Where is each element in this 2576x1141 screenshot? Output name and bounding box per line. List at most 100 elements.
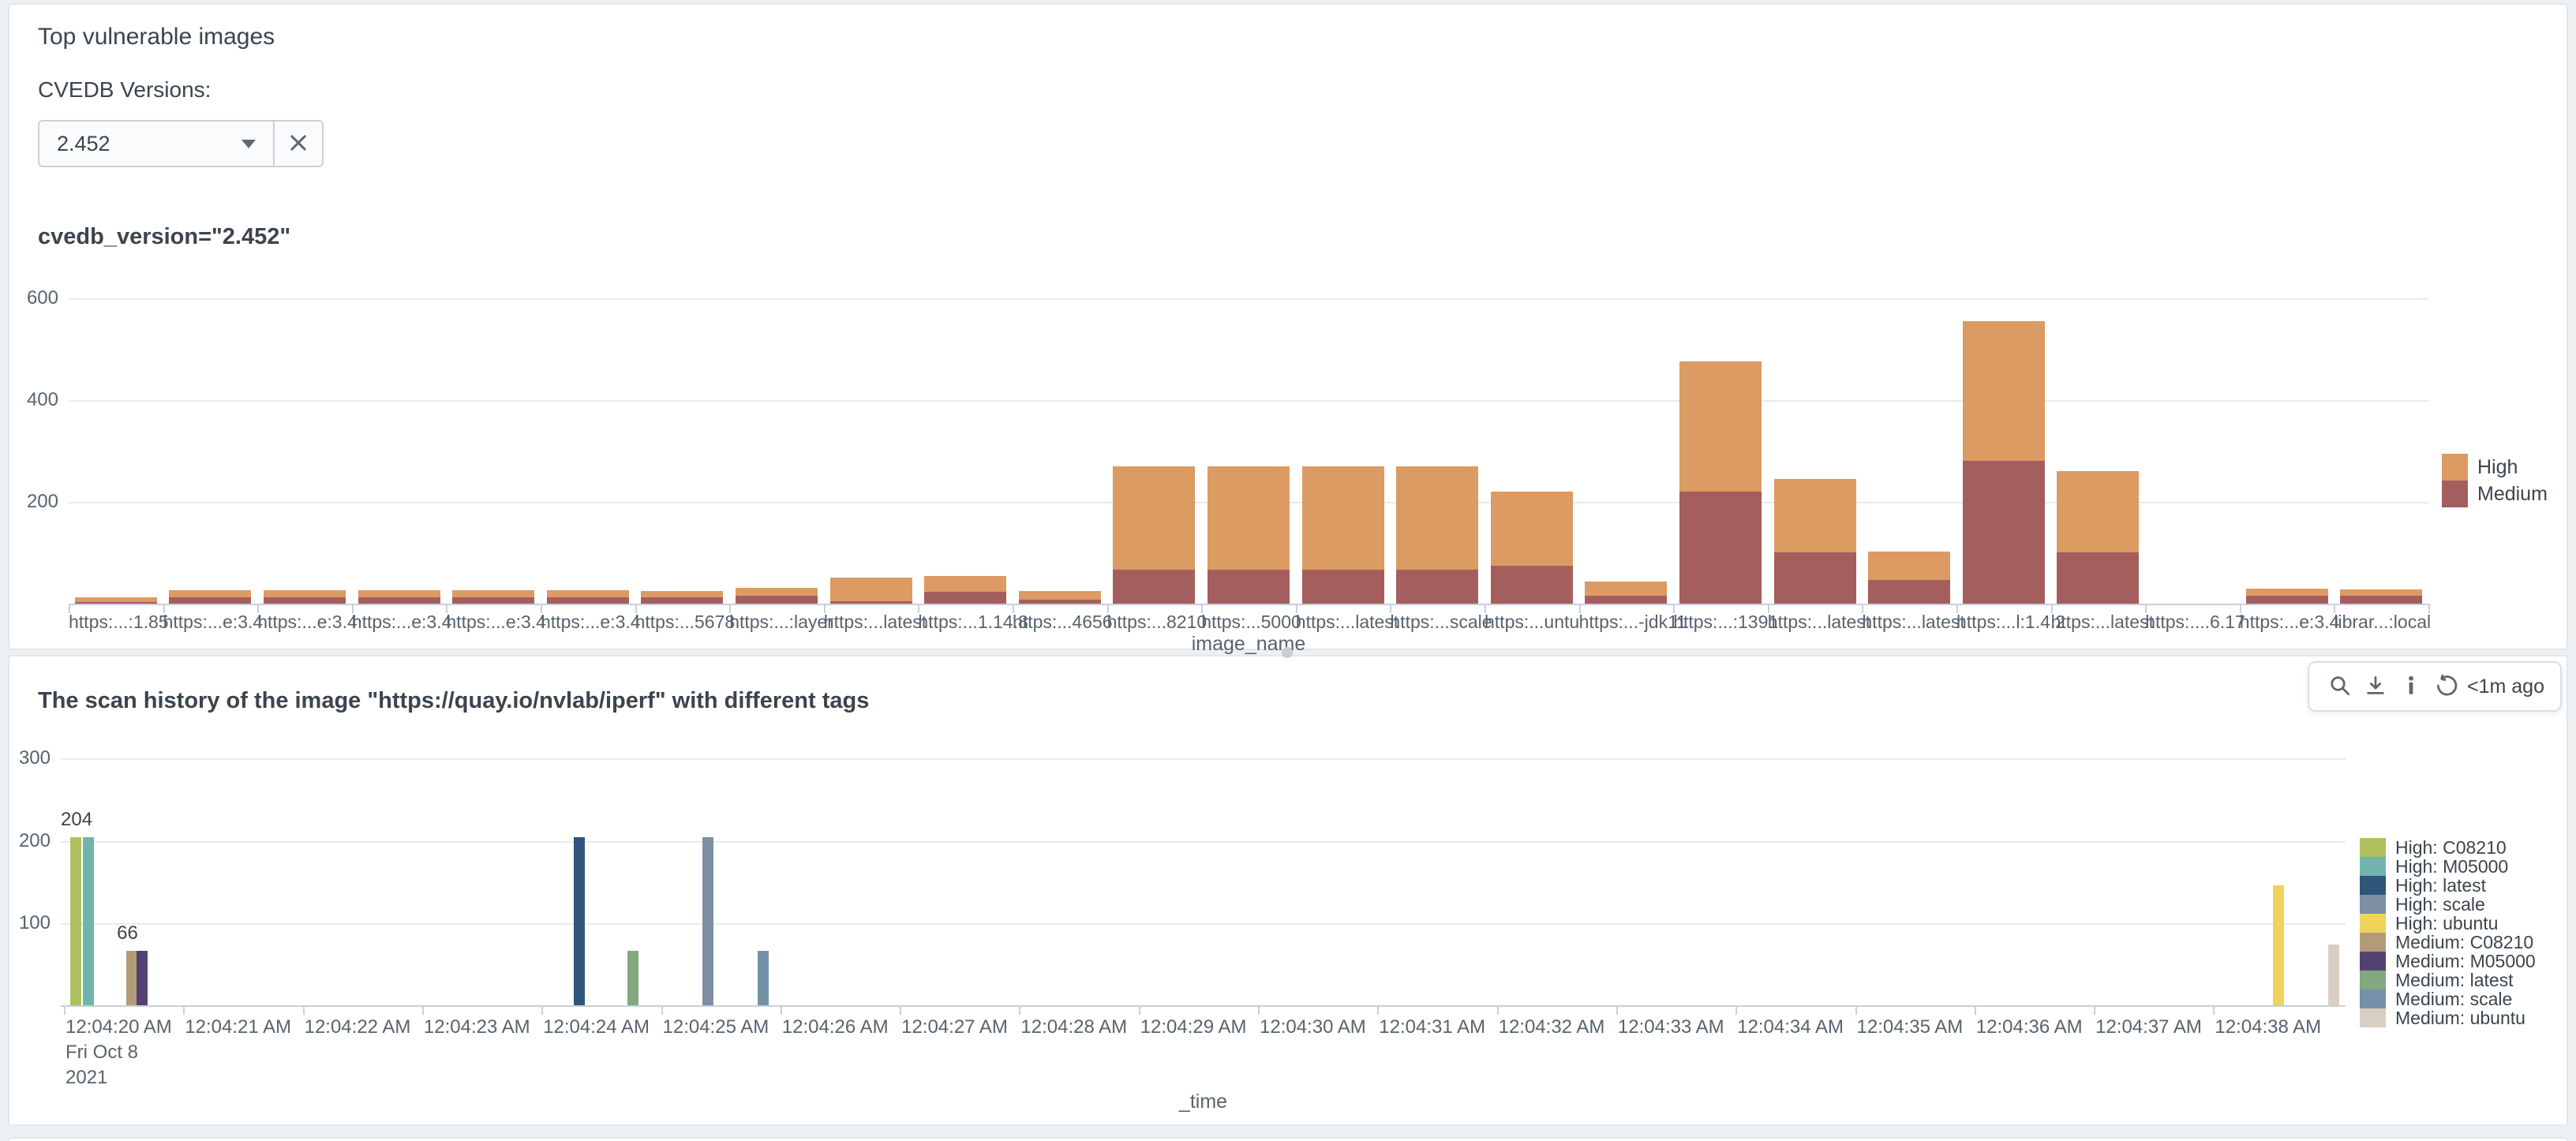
bar-segment-medium[interactable] <box>1962 461 2045 604</box>
legend-item[interactable]: High: C08210 <box>2360 838 2536 857</box>
bar-high-scale[interactable] <box>702 837 714 1005</box>
legend-item[interactable]: Medium: ubuntu <box>2360 1008 2536 1027</box>
bar-segment-high[interactable] <box>829 578 912 601</box>
x-axis-tick <box>2428 604 2430 613</box>
open-in-search-button[interactable] <box>2325 671 2355 703</box>
legend-swatch <box>2360 895 2386 914</box>
bar-segment-high[interactable] <box>1868 552 1951 580</box>
x-axis-tick <box>918 604 920 613</box>
refresh-button[interactable] <box>2432 671 2462 703</box>
legend-item[interactable]: Medium: latest <box>2360 971 2536 989</box>
bar-segment-high[interactable] <box>2340 589 2423 597</box>
bar-value-label: 204 <box>61 809 93 831</box>
x-axis-tick <box>541 1005 544 1015</box>
bar-segment-medium[interactable] <box>1773 552 1856 604</box>
bar-segment-medium[interactable] <box>1396 570 1479 604</box>
panel-scan-history: <1m ago The scan history of the image "h… <box>8 655 2568 1126</box>
x-time-tick-label: 12:04:26 AM <box>781 1016 889 1038</box>
bar-segment-medium[interactable] <box>358 597 440 604</box>
bar-segment-medium[interactable] <box>1113 570 1196 604</box>
bar-segment-high[interactable] <box>1396 466 1479 570</box>
bar-segment-medium[interactable] <box>264 597 346 604</box>
bar-segment-high[interactable] <box>2057 471 2140 553</box>
bar-segment-medium[interactable] <box>546 597 629 604</box>
x-category-label: https:...1.14.8 <box>918 612 1028 632</box>
bar-segment-high[interactable] <box>924 576 1007 593</box>
bar-segment-medium[interactable] <box>924 592 1007 604</box>
x-time-tick-label: 12:04:31 AM <box>1379 1016 1486 1038</box>
export-download-button[interactable] <box>2361 671 2391 703</box>
bar-high-c08210[interactable] <box>69 837 81 1005</box>
x-axis-tick <box>780 1005 782 1015</box>
legend-label: Medium: ubuntu <box>2395 1008 2525 1028</box>
x-category-label: https:...e:3.4 <box>163 612 264 632</box>
bar-segment-high[interactable] <box>264 589 346 597</box>
bar-segment-high[interactable] <box>74 597 157 603</box>
bar-segment-high[interactable] <box>1018 590 1101 600</box>
bar-segment-medium[interactable] <box>452 597 535 604</box>
bar-segment-medium[interactable] <box>1679 491 1762 604</box>
bar-segment-medium[interactable] <box>1490 566 1573 604</box>
bar-segment-medium[interactable] <box>2245 596 2328 604</box>
legend-item[interactable]: High: ubuntu <box>2360 914 2536 933</box>
legend-swatch <box>2360 933 2386 952</box>
x-axis-tick <box>1735 1005 1738 1015</box>
bar-segment-high[interactable] <box>546 589 629 597</box>
legend-item[interactable]: High: M05000 <box>2360 857 2536 876</box>
bar-segment-high[interactable] <box>1585 581 1668 596</box>
gridline <box>61 840 2346 843</box>
legend-item[interactable]: Medium: C08210 <box>2360 933 2536 952</box>
x-time-tick-label: 12:04:23 AM <box>423 1016 530 1038</box>
bar-medium-scale[interactable] <box>758 951 769 1005</box>
bar-medium-ubuntu[interactable] <box>2327 944 2339 1005</box>
x-category-label: https:....6.17 <box>2145 612 2245 632</box>
bar-segment-medium[interactable] <box>1868 579 1951 604</box>
bar-segment-medium[interactable] <box>736 595 818 604</box>
legend-item[interactable]: High: scale <box>2360 895 2536 914</box>
x-time-tick-label: 12:04:30 AM <box>1260 1016 1366 1038</box>
bar-segment-high[interactable] <box>736 587 818 596</box>
bar-segment-medium[interactable] <box>1208 570 1290 604</box>
legend-item[interactable]: Medium <box>2442 481 2548 507</box>
bar-segment-high[interactable] <box>1208 466 1290 570</box>
legend-item[interactable]: Medium: M05000 <box>2360 952 2536 971</box>
x-category-label: https:...5000 <box>1201 612 1301 632</box>
legend-item[interactable]: Medium: scale <box>2360 989 2536 1008</box>
bar-medium-c08210[interactable] <box>125 951 137 1005</box>
x-category-label: https:...:1.85 <box>69 612 169 632</box>
x-axis-tick <box>64 1005 66 1015</box>
bar-segment-high[interactable] <box>169 589 252 597</box>
bar-segment-high[interactable] <box>1301 466 1384 570</box>
x-axis-tick <box>1013 604 1014 613</box>
bar-segment-high[interactable] <box>2245 589 2328 597</box>
bar-segment-medium[interactable] <box>2057 552 2140 604</box>
chart2-plot: 100 200 300 204 66 12:04:20 AM Fri Oct 8 2021 12… <box>9 657 2567 1124</box>
bar-high-latest[interactable] <box>574 837 586 1005</box>
bar-segment-medium[interactable] <box>1301 570 1384 604</box>
bar-medium-m05000[interactable] <box>137 951 148 1005</box>
bar-high-m05000[interactable] <box>83 837 95 1005</box>
bar-segment-high[interactable] <box>452 589 535 597</box>
legend-item[interactable]: High: latest <box>2360 876 2536 895</box>
y-axis-tick-label: 100 <box>18 911 51 933</box>
bar-segment-medium[interactable] <box>2340 596 2423 604</box>
bar-segment-medium[interactable] <box>641 597 724 604</box>
bar-segment-high[interactable] <box>641 590 724 598</box>
bar-segment-medium[interactable] <box>1585 595 1668 604</box>
bar-high-ubuntu[interactable] <box>2273 885 2285 1005</box>
legend-item[interactable]: High <box>2442 454 2548 481</box>
bar-segment-high[interactable] <box>1773 478 1856 553</box>
bar-segment-high[interactable] <box>358 589 440 597</box>
panel-resize-handle[interactable] <box>1282 647 1293 658</box>
next-panel-edge <box>8 1137 2568 1141</box>
legend-label: High: latest <box>2395 875 2487 896</box>
inspect-info-button[interactable] <box>2396 671 2426 703</box>
bar-segment-high[interactable] <box>1113 466 1196 570</box>
bar-segment-high[interactable] <box>1679 361 1762 492</box>
x-category-label: https:...:1391 <box>1673 612 1779 632</box>
bar-segment-high[interactable] <box>1490 491 1573 567</box>
legend-label: High: scale <box>2395 894 2485 915</box>
bar-segment-high[interactable] <box>1962 320 2045 462</box>
bar-medium-latest[interactable] <box>627 951 639 1005</box>
bar-segment-medium[interactable] <box>169 597 252 604</box>
